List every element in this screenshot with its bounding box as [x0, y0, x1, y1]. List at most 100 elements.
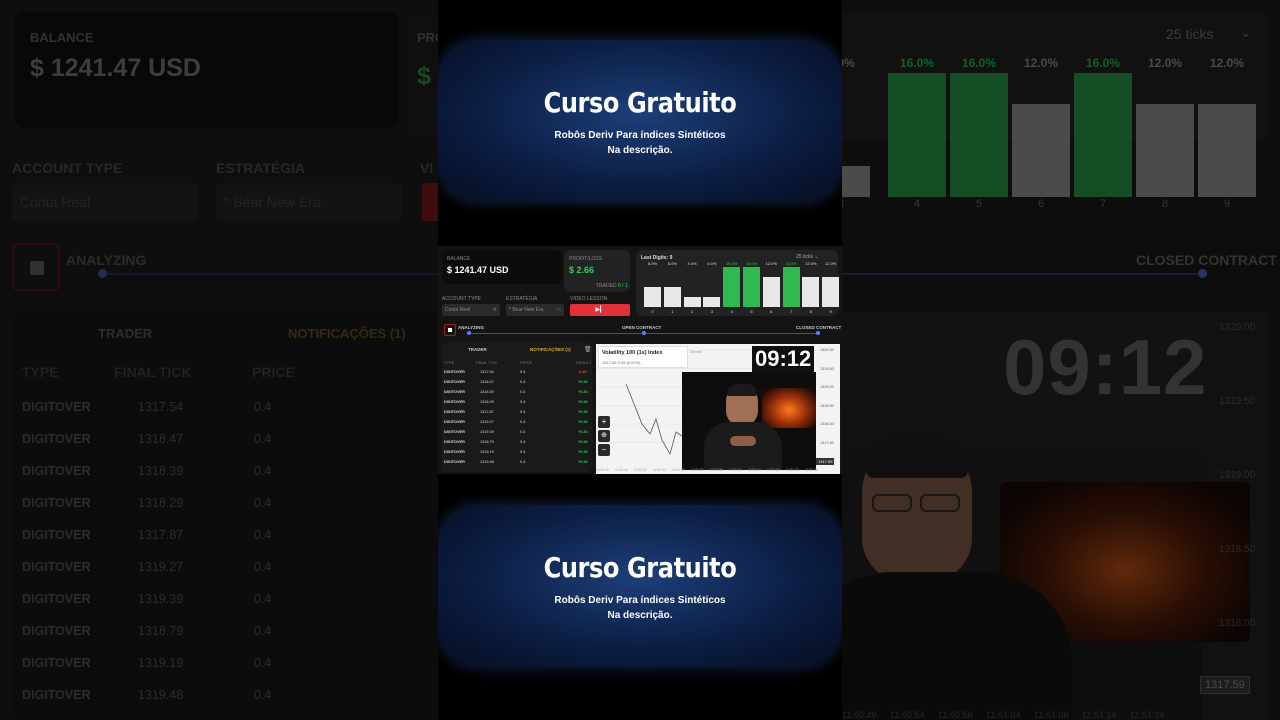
- promo-banner-top[interactable]: Curso Gratuito Robôs Deriv Para índices …: [438, 40, 842, 202]
- bg-trade-final-tick: 1319.48: [138, 688, 184, 702]
- trade-row[interactable]: DIGITOVER 1319.39 0.4 +0.34: [442, 428, 592, 438]
- digit-bar: [802, 277, 820, 307]
- bg-presenter-shirt: [842, 572, 1072, 720]
- bg-trade-type: DIGITOVER: [22, 528, 91, 542]
- digit-pct: 12.0%: [765, 261, 777, 266]
- trade-final-tick: 1319.48: [480, 460, 494, 464]
- bg-digit-bar: [842, 166, 870, 197]
- price-chart[interactable]: Volatility 100 (1s) Index 1317.59 0.06 (…: [596, 344, 840, 474]
- bg-account-type-select: Conta Real: [12, 183, 198, 221]
- banner-title-bottom: Curso Gratuito: [543, 551, 737, 584]
- account-type-select[interactable]: Conta Real ⟳: [442, 304, 500, 316]
- bg-trade-price: 0.4: [254, 656, 272, 670]
- digit-pct: 8.0%: [667, 261, 677, 266]
- bg-glasses-left: [872, 494, 912, 512]
- trade-price: 0.4: [520, 410, 526, 414]
- trade-final-tick: 1319.27: [480, 420, 494, 424]
- video-lesson-button[interactable]: ▶▎: [570, 304, 630, 316]
- trade-final-tick: 1317.87: [480, 410, 494, 414]
- strategy-label: ESTRATÉGIA: [506, 296, 538, 302]
- bg-digit-number: 6: [1037, 198, 1045, 210]
- trade-row[interactable]: DIGITOVER 1317.54 0.4 -0.40: [442, 368, 592, 378]
- bg-trade-row: DIGITOVER 1319.39 0.4: [22, 592, 382, 612]
- digit-bar: [822, 277, 840, 307]
- zoom-out-button[interactable]: −: [598, 444, 610, 456]
- bg-tab-notifications: NOTIFICAÇÕES (1): [288, 326, 406, 341]
- promo-banner-bottom[interactable]: Curso Gratuito Robôs Deriv Para índices …: [438, 505, 842, 667]
- market-info[interactable]: Volatility 100 (1s) Index 1317.59 0.06 (…: [598, 346, 688, 368]
- bg-trade-price: 0.4: [254, 400, 272, 414]
- bg-trade-price: 0.4: [254, 688, 272, 702]
- trash-icon[interactable]: 🗑: [584, 346, 592, 353]
- bg-trade-final-tick: 1319.27: [138, 560, 184, 574]
- trade-row[interactable]: DIGITOVER 1317.87 0.4 +0.34: [442, 408, 592, 418]
- trade-row[interactable]: DIGITOVER 1319.27 0.4 +0.34: [442, 418, 592, 428]
- bg-trade-type: DIGITOVER: [22, 464, 91, 478]
- digit-bar: [762, 277, 780, 307]
- bg-account-type-label: ACCOUNT TYPE: [12, 160, 123, 176]
- crosshair-icon: ⊕: [601, 432, 607, 439]
- account-type-label: ACCOUNT TYPE: [442, 296, 481, 302]
- balance-card: BALANCE $ 1241.47 USD: [442, 250, 562, 284]
- digit-number: 1: [671, 309, 674, 314]
- presenter-hair: [727, 384, 757, 396]
- digit-pct: 16.0%: [745, 261, 758, 266]
- digit-pct: 12.0%: [805, 261, 817, 266]
- status-open-contract: OPEN CONTRACT: [622, 325, 662, 330]
- banner-title: Curso Gratuito: [543, 86, 737, 119]
- tab-notifications[interactable]: NOTIFICAÇÕES (1): [530, 347, 571, 352]
- bg-digit-bar: [888, 73, 946, 197]
- zoom-in-button[interactable]: +: [598, 416, 610, 428]
- crosshair-button[interactable]: ⊕: [598, 430, 610, 442]
- bg-trade-row: DIGITOVER 1317.54 0.4: [22, 400, 382, 420]
- digit-number: 9: [829, 309, 832, 314]
- digit-pct: 12.0%: [825, 261, 837, 266]
- tab-trader[interactable]: TRADER: [468, 347, 487, 352]
- bg-video-button: [422, 183, 438, 221]
- trade-row[interactable]: DIGITOVER 1319.48 0.4 +0.34: [442, 458, 592, 468]
- col-type: TYPE: [444, 360, 455, 365]
- digit-pct: 4.0%: [687, 261, 697, 266]
- time-axis-label: 11:51:06: [710, 468, 723, 472]
- fireplace: [762, 388, 816, 428]
- trade-row[interactable]: DIGITOVER 1319.19 0.4 +0.34: [442, 448, 592, 458]
- bg-trade-final-tick: 1317.87: [138, 528, 184, 542]
- digit-bar: [703, 297, 721, 307]
- price-line: [625, 383, 683, 456]
- status-closed-contract: CLOSED CONTRACT: [796, 325, 842, 330]
- stop-button[interactable]: [444, 324, 456, 336]
- trade-result: +0.34: [578, 380, 588, 384]
- trade-row[interactable]: DIGITOVER 1318.79 0.4 +0.34: [442, 438, 592, 448]
- price-axis-label: 1319.50: [820, 366, 834, 371]
- trade-type: DIGITOVER: [444, 410, 465, 414]
- bg-digit-number: 7: [1099, 198, 1107, 210]
- trade-price: 0.4: [520, 430, 526, 434]
- profit-value: $ 2.66: [569, 265, 595, 275]
- trade-row[interactable]: DIGITOVER 1318.39 0.4 +0.34: [442, 388, 592, 398]
- banner-line1: Robôs Deriv Para índices Sintéticos: [554, 130, 726, 141]
- digit-pct: 4.0%: [707, 261, 717, 266]
- bg-trade-row: DIGITOVER 1318.79 0.4: [22, 624, 382, 644]
- bg-trade-price: 0.4: [254, 624, 272, 638]
- trade-type: DIGITOVER: [444, 450, 465, 454]
- bg-time-axis-label: 11:50:58: [938, 710, 973, 720]
- bg-trade-row: DIGITOVER 1319.48 0.4: [22, 688, 382, 708]
- bg-progress-dot: [98, 269, 107, 278]
- bg-trade-final-tick: 1319.19: [138, 656, 184, 670]
- presenter-hands: [730, 436, 756, 446]
- trade-final-tick: 1319.39: [480, 430, 494, 434]
- market-title: Volatility 100 (1s) Index: [602, 350, 663, 356]
- bg-trade-type: DIGITOVER: [22, 624, 91, 638]
- trade-row[interactable]: DIGITOVER 1318.29 0.4 +0.34: [442, 398, 592, 408]
- bg-digit-bar: [1198, 104, 1256, 197]
- digit-bar: [644, 287, 661, 307]
- video-lesson-label: VIDEO LESSON: [570, 296, 608, 302]
- bg-trade-final-tick: 1317.54: [138, 400, 184, 414]
- traded-label: TRADED 8 / 1: [596, 283, 628, 289]
- bg-time-axis-label: 11:50:49: [842, 710, 877, 720]
- bg-trade-row: DIGITOVER 1318.39 0.4: [22, 464, 382, 484]
- bg-ticks-select: 25 ticks: [1166, 26, 1214, 42]
- strategy-select[interactable]: * Bear New Era ▭: [506, 304, 564, 316]
- trade-row[interactable]: DIGITOVER 1318.47 0.4 +0.34: [442, 378, 592, 388]
- trade-type: DIGITOVER: [444, 370, 465, 374]
